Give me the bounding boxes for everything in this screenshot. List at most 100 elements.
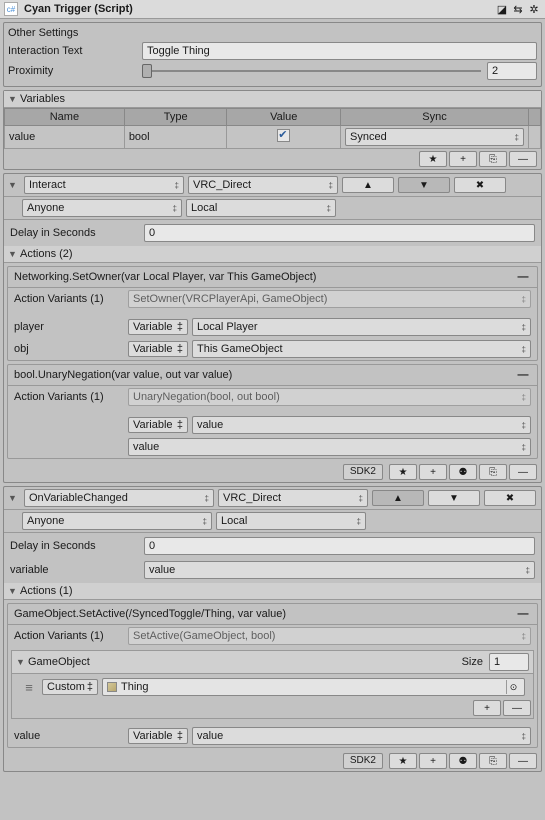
variant-dropdown[interactable]: SetActive(GameObject, bool)‡: [128, 627, 531, 645]
value-type-dropdown[interactable]: Variable‡: [128, 728, 188, 744]
delay-field[interactable]: [144, 537, 535, 555]
preset-icon[interactable]: ⇆: [511, 2, 525, 16]
delay-field[interactable]: [144, 224, 535, 242]
variables-section: ▼ Variables Name Type Value Sync value b…: [3, 90, 542, 170]
act-favorite-button[interactable]: ★: [389, 464, 417, 480]
variants-label: Action Variants (1): [14, 293, 124, 305]
var-sync-dropdown[interactable]: Synced‡: [345, 128, 524, 146]
actions-header[interactable]: ▼ Actions (1): [4, 583, 541, 600]
col-name[interactable]: Name: [5, 109, 125, 126]
drag-handle-icon[interactable]: ≡: [20, 680, 38, 695]
param-obj-type[interactable]: Variable‡: [128, 341, 188, 357]
gameobject-icon: [107, 682, 117, 692]
var-name-cell[interactable]: value: [5, 126, 125, 149]
param-player-value[interactable]: Local Player‡: [192, 318, 531, 336]
param-player-label: player: [14, 321, 124, 333]
variables-header[interactable]: ▼ Variables: [4, 91, 541, 108]
variants-label: Action Variants (1): [14, 391, 124, 403]
col-sync[interactable]: Sync: [341, 109, 529, 126]
foldout-icon[interactable]: ▼: [8, 180, 18, 190]
object-picker-icon[interactable]: ⊙: [506, 680, 520, 694]
move-up-button[interactable]: ▲: [372, 490, 424, 506]
act-favorite-button[interactable]: ★: [389, 753, 417, 769]
action-block: bool.UnaryNegation(var value, out var va…: [7, 364, 538, 459]
param-obj-value[interactable]: This GameObject‡: [192, 340, 531, 358]
variant-dropdown[interactable]: UnaryNegation(bool, out bool)‡: [128, 388, 531, 406]
var-remove-button[interactable]: —: [509, 151, 537, 167]
move-down-button[interactable]: ▼: [428, 490, 480, 506]
variables-table: Name Type Value Sync value bool Synced‡: [4, 108, 541, 149]
broadcast-dropdown[interactable]: VRC_Direct‡: [188, 176, 338, 194]
param-player-type[interactable]: Variable‡: [128, 319, 188, 335]
sdk2-badge: SDK2: [343, 464, 383, 480]
size-field[interactable]: [489, 653, 529, 671]
collapse-action-button[interactable]: —: [515, 270, 531, 284]
gear-icon[interactable]: ✲: [527, 2, 541, 16]
param-obj-label: obj: [14, 343, 124, 355]
list-remove-button[interactable]: —: [503, 700, 531, 716]
act-remove-button[interactable]: —: [509, 753, 537, 769]
event-name-dropdown[interactable]: Interact‡: [24, 176, 184, 194]
var-add-button[interactable]: +: [449, 151, 477, 167]
remove-event-button[interactable]: ✖: [454, 177, 506, 193]
script-icon: c#: [4, 2, 18, 16]
gameobject-header[interactable]: ▼ GameObject Size: [11, 650, 534, 673]
list-add-button[interactable]: +: [473, 700, 501, 716]
col-value[interactable]: Value: [227, 109, 341, 126]
event-section: ▼ OnVariableChanged‡ VRC_Direct‡ ▲ ▼ ✖ A…: [3, 486, 542, 772]
table-row[interactable]: value bool Synced‡: [5, 126, 541, 149]
act-remove-button[interactable]: —: [509, 464, 537, 480]
remove-event-button[interactable]: ✖: [484, 490, 536, 506]
delay-label: Delay in Seconds: [10, 227, 140, 239]
foldout-icon[interactable]: ▼: [8, 586, 18, 596]
scope-dropdown[interactable]: Local‡: [216, 512, 366, 530]
object-name: Thing: [121, 681, 149, 693]
foldout-icon[interactable]: ▼: [8, 249, 18, 259]
action-block: GameObject.SetActive(/SyncedToggle/Thing…: [7, 603, 538, 748]
event-name-dropdown[interactable]: OnVariableChanged‡: [24, 489, 214, 507]
interaction-text-label: Interaction Text: [8, 45, 138, 57]
action-title: bool.UnaryNegation(var value, out var va…: [14, 369, 515, 381]
action-title: GameObject.SetActive(/SyncedToggle/Thing…: [14, 608, 515, 620]
var-copy-button[interactable]: ⎘: [479, 151, 507, 167]
actions-header[interactable]: ▼ Actions (2): [4, 246, 541, 263]
value-dropdown[interactable]: value‡: [192, 727, 531, 745]
variable-dropdown[interactable]: value‡: [144, 561, 535, 579]
scope-dropdown[interactable]: Local‡: [186, 199, 336, 217]
act-add-button[interactable]: +: [419, 464, 447, 480]
act-node-button[interactable]: ⚉: [449, 464, 477, 480]
component-header: c# Cyan Trigger (Script) ◪ ⇆ ✲: [0, 0, 545, 19]
proximity-slider[interactable]: [142, 70, 481, 72]
collapse-action-button[interactable]: —: [515, 368, 531, 382]
var-value-checkbox[interactable]: [277, 129, 290, 142]
action-title: Networking.SetOwner(var Local Player, va…: [14, 271, 515, 283]
proximity-field[interactable]: [487, 62, 537, 80]
move-up-button[interactable]: ▲: [342, 177, 394, 193]
act-copy-button[interactable]: ⎘: [479, 464, 507, 480]
param1-type[interactable]: Variable‡: [128, 417, 188, 433]
broadcast-dropdown[interactable]: VRC_Direct‡: [218, 489, 368, 507]
var-favorite-button[interactable]: ★: [419, 151, 447, 167]
help-icon[interactable]: ◪: [495, 2, 509, 16]
object-field[interactable]: Thing ⊙: [102, 678, 525, 696]
move-down-button[interactable]: ▼: [398, 177, 450, 193]
event-section: ▼ Interact‡ VRC_Direct‡ ▲ ▼ ✖ Anyone‡ Lo…: [3, 173, 542, 483]
param1-value[interactable]: value‡: [192, 416, 531, 434]
who-dropdown[interactable]: Anyone‡: [22, 512, 212, 530]
collapse-action-button[interactable]: —: [515, 607, 531, 621]
interaction-text-field[interactable]: [142, 42, 537, 60]
act-add-button[interactable]: +: [419, 753, 447, 769]
gameobject-title: GameObject: [28, 656, 90, 668]
obj-source-dropdown[interactable]: Custom‡: [42, 679, 98, 695]
foldout-icon[interactable]: ▼: [16, 657, 26, 667]
variant-dropdown[interactable]: SetOwner(VRCPlayerApi, GameObject)‡: [128, 290, 531, 308]
sdk2-badge: SDK2: [343, 753, 383, 769]
other-settings-title: Other Settings: [8, 27, 537, 39]
col-type[interactable]: Type: [124, 109, 227, 126]
foldout-icon[interactable]: ▼: [8, 493, 18, 503]
act-node-button[interactable]: ⚉: [449, 753, 477, 769]
param2-value[interactable]: value‡: [128, 438, 531, 456]
who-dropdown[interactable]: Anyone‡: [22, 199, 182, 217]
foldout-icon[interactable]: ▼: [8, 94, 18, 104]
act-copy-button[interactable]: ⎘: [479, 753, 507, 769]
